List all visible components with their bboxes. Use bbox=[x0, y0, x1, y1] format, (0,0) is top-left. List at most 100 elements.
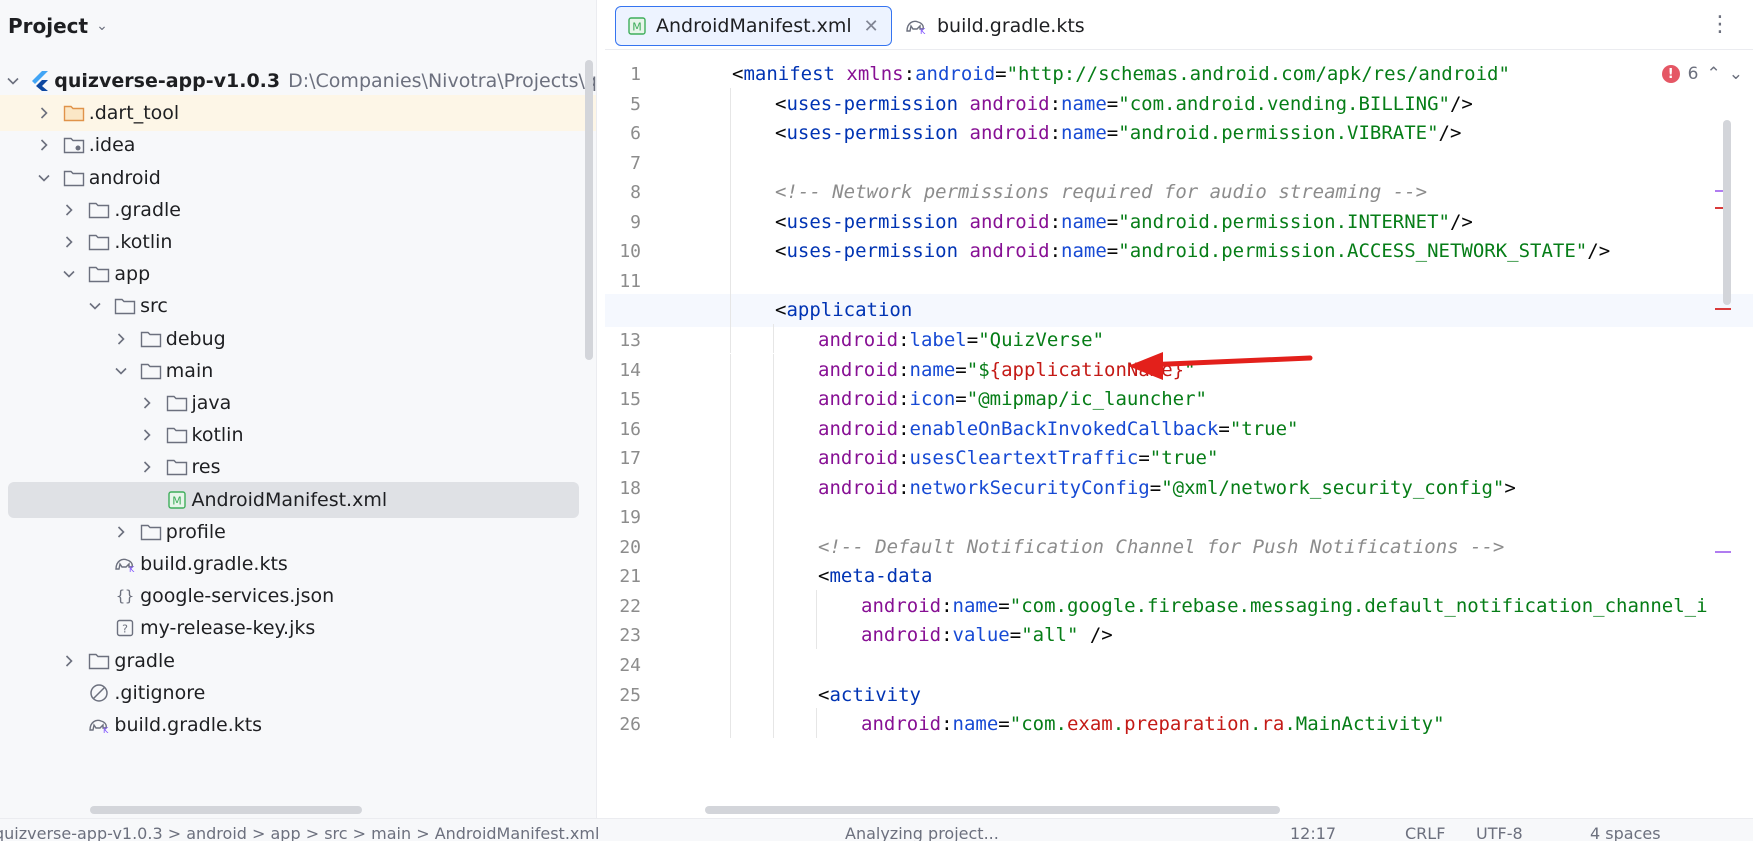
folder-orange-icon bbox=[63, 102, 85, 124]
tree-item-label: .dart_tool bbox=[88, 102, 180, 125]
code-editor: M AndroidManifest.xml ✕ K build.gradle.k… bbox=[605, 0, 1753, 818]
folder-icon bbox=[63, 167, 85, 189]
chevron-down-icon[interactable] bbox=[35, 169, 53, 187]
chevron-right-icon[interactable] bbox=[60, 233, 78, 251]
tree-item-gitignore[interactable]: .gitignore bbox=[0, 675, 596, 711]
tree-item-label: .gradle bbox=[114, 198, 181, 221]
chevron-right-icon[interactable] bbox=[138, 394, 156, 412]
tree-item-label: .idea bbox=[88, 134, 136, 157]
tree-item-debug[interactable]: debug bbox=[0, 321, 596, 357]
folder-icon bbox=[140, 521, 162, 543]
chevron-right-icon[interactable] bbox=[112, 523, 130, 541]
svg-text:M: M bbox=[172, 494, 182, 507]
json-file-icon: {} bbox=[114, 585, 136, 607]
line-separator[interactable]: CRLF bbox=[1405, 824, 1445, 841]
tree-item-label: android bbox=[88, 166, 161, 189]
status-message: Analyzing project... bbox=[845, 824, 999, 841]
tree-item-label: profile bbox=[165, 520, 226, 543]
project-view-selector[interactable]: Project ⌄ bbox=[8, 12, 108, 40]
tree-item-main[interactable]: main bbox=[0, 353, 596, 389]
tree-item-dart-tool[interactable]: .dart_tool bbox=[0, 95, 596, 132]
caret-position[interactable]: 12:17 bbox=[1290, 824, 1336, 841]
chevron-right-icon[interactable] bbox=[60, 201, 78, 219]
annotation-arrow bbox=[1128, 352, 1313, 380]
indent-setting[interactable]: 4 spaces bbox=[1590, 824, 1661, 841]
tree-item-label: java bbox=[191, 392, 232, 414]
tree-item-java[interactable]: java bbox=[0, 385, 596, 421]
svg-text:?: ? bbox=[122, 623, 128, 636]
tree-item-kotlin[interactable]: kotlin bbox=[0, 417, 596, 453]
tree-item-androidmanifest-xml[interactable]: M AndroidManifest.xml bbox=[8, 481, 579, 518]
tree-item-my-release-key-jks[interactable]: ? my-release-key.jks bbox=[0, 610, 596, 646]
tree-item-res[interactable]: res bbox=[0, 449, 596, 485]
chevron-right-icon[interactable] bbox=[60, 652, 78, 670]
tree-item-google-services-json[interactable]: {} google-services.json bbox=[0, 578, 596, 614]
tree-item-build-gradle-kts[interactable]: Kbuild.gradle.kts bbox=[0, 546, 596, 582]
chevron-right-icon[interactable] bbox=[138, 458, 156, 476]
chevron-right-icon[interactable] bbox=[138, 426, 156, 444]
tree-item-build-gradle-kts[interactable]: Kbuild.gradle.kts bbox=[0, 707, 596, 743]
tree-item-src[interactable]: src bbox=[0, 288, 596, 324]
gradle-file-icon: K bbox=[88, 714, 110, 736]
folder-icon bbox=[140, 360, 162, 382]
tree-horizontal-scrollbar[interactable] bbox=[90, 806, 362, 814]
chevron-right-icon[interactable] bbox=[35, 104, 53, 122]
folder-icon bbox=[114, 295, 136, 317]
tree-item-label: .gitignore bbox=[114, 681, 206, 704]
tree-item-label: google-services.json bbox=[140, 585, 335, 608]
tree-vertical-scrollbar[interactable] bbox=[585, 60, 593, 360]
gradle-file-icon: K bbox=[114, 553, 136, 575]
tree-item-label: src bbox=[140, 295, 168, 318]
project-panel: Project ⌄ quizverse-app-v1.0.3 D:\Compani… bbox=[0, 0, 597, 818]
tree-item-quizverse-app-v1-0-3[interactable]: quizverse-app-v1.0.3 D:\Companies\Nivotra… bbox=[0, 63, 597, 99]
tree-item-label: debug bbox=[165, 327, 226, 350]
tree-item-label: res bbox=[191, 456, 221, 479]
project-title: Project bbox=[8, 14, 89, 38]
svg-text:{}: {} bbox=[116, 587, 134, 605]
tree-item-label: build.gradle.kts bbox=[140, 553, 288, 575]
chevron-down-icon[interactable] bbox=[6, 72, 20, 90]
tree-item-gradle[interactable]: gradle bbox=[0, 643, 596, 679]
tree-item-label: .kotlin bbox=[114, 231, 173, 253]
svg-text:K: K bbox=[103, 726, 109, 734]
folder-icon bbox=[166, 456, 188, 478]
tree-item-label: quizverse-app-v1.0.3 bbox=[54, 70, 281, 92]
chevron-down-icon[interactable]: ⌄ bbox=[96, 18, 108, 34]
tree-item-label: app bbox=[114, 263, 151, 286]
tree-item-label: gradle bbox=[114, 649, 175, 672]
folder-icon bbox=[166, 424, 188, 446]
tree-item-idea[interactable]: .idea bbox=[0, 127, 596, 163]
tree-item-label: kotlin bbox=[191, 424, 244, 447]
flutter-icon bbox=[30, 70, 50, 92]
tree-item-android[interactable]: android bbox=[0, 160, 596, 196]
chevron-right-icon[interactable] bbox=[112, 330, 130, 348]
chevron-right-icon[interactable] bbox=[35, 136, 53, 154]
svg-text:K: K bbox=[129, 565, 135, 573]
tree-item-label: AndroidManifest.xml bbox=[191, 488, 388, 511]
tree-item-gradle[interactable]: .gradle bbox=[0, 192, 596, 228]
tree-item-kotlin[interactable]: .kotlin bbox=[0, 224, 596, 260]
tree-item-profile[interactable]: profile bbox=[0, 514, 596, 550]
project-path: D:\Companies\Nivotra\Projects\q bbox=[288, 70, 597, 92]
folder-icon bbox=[88, 650, 110, 672]
file-encoding[interactable]: UTF-8 bbox=[1476, 824, 1523, 841]
chevron-down-icon[interactable] bbox=[86, 297, 104, 315]
status-bar: quizverse-app-v1.0.3 > android > app > s… bbox=[0, 818, 1753, 841]
tree-item-label: main bbox=[165, 359, 214, 382]
chevron-down-icon[interactable] bbox=[60, 265, 78, 283]
navigation-breadcrumb[interactable]: quizverse-app-v1.0.3 > android > app > s… bbox=[0, 824, 599, 841]
tree-item-app[interactable]: app bbox=[0, 256, 596, 292]
chevron-down-icon[interactable] bbox=[112, 362, 130, 380]
gitignore-file-icon bbox=[88, 682, 110, 704]
folder-icon bbox=[88, 231, 110, 253]
folder-icon bbox=[166, 392, 188, 414]
folder-icon bbox=[88, 263, 110, 285]
folder-icon bbox=[140, 328, 162, 350]
tree-item-label: build.gradle.kts bbox=[114, 714, 263, 736]
